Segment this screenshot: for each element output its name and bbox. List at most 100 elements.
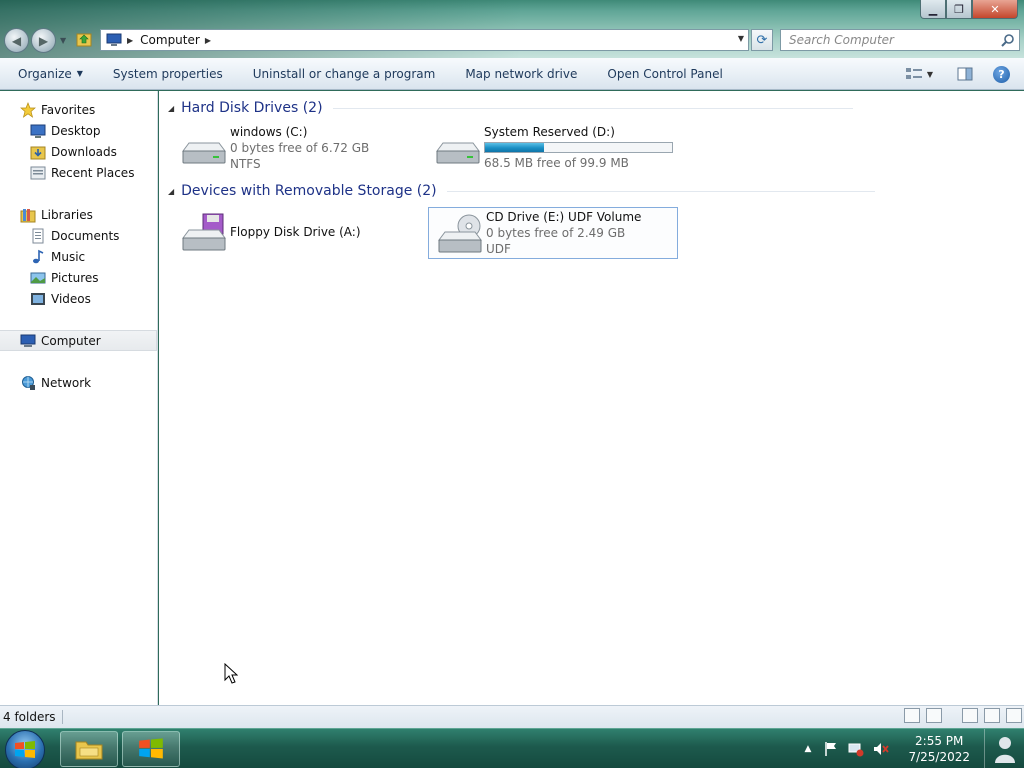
forward-button[interactable]: ▶ — [31, 28, 56, 53]
nav-music-label: Music — [51, 249, 86, 264]
nav-videos-label: Videos — [51, 291, 91, 306]
open-control-panel-button[interactable]: Open Control Panel — [592, 58, 737, 90]
breadcrumb-separator-icon[interactable]: ▶ — [205, 36, 211, 45]
clock-time: 2:55 PM — [915, 734, 964, 748]
drive-free-space: 0 bytes free of 6.72 GB — [230, 141, 370, 155]
search-box[interactable] — [780, 29, 1020, 51]
minimize-button[interactable]: ▁ — [920, 0, 946, 19]
breadcrumb-separator-icon[interactable]: ▶ — [127, 36, 133, 45]
nav-computer-label: Computer — [41, 333, 101, 348]
nav-downloads-label: Downloads — [51, 144, 117, 159]
refresh-button[interactable]: ⟳ — [751, 29, 773, 51]
breadcrumb-computer[interactable]: Computer — [140, 33, 200, 47]
group-hard-disk-drives[interactable]: ◢ Hard Disk Drives (2) — [168, 98, 853, 118]
address-history-dropdown-icon[interactable]: ▼ — [738, 34, 744, 43]
drive-name: Floppy Disk Drive (A:) — [230, 225, 361, 239]
videos-icon — [31, 292, 45, 305]
nav-recent-places[interactable]: Recent Places — [0, 162, 157, 183]
address-bar[interactable]: ▶ Computer ▶ ▼ — [100, 29, 749, 51]
command-bar: Organize ▼ System properties Uninstall or… — [0, 58, 1024, 90]
desktop-icon — [30, 124, 46, 138]
close-icon: ✕ — [990, 2, 1000, 16]
large-icons-view-icon[interactable] — [926, 708, 942, 723]
preview-pane-icon[interactable] — [957, 67, 973, 81]
collapse-group-icon[interactable]: ◢ — [168, 187, 174, 196]
back-button[interactable]: ◀ — [4, 28, 29, 53]
nav-pictures-label: Pictures — [51, 270, 99, 285]
organize-button[interactable]: Organize ▼ — [0, 58, 98, 90]
nav-libraries-label: Libraries — [41, 207, 93, 222]
hard-drive-icon — [182, 142, 226, 164]
drive-tile-e[interactable]: CD Drive (E:) UDF Volume 0 bytes free of… — [428, 207, 678, 259]
nav-desktop[interactable]: Desktop — [0, 120, 157, 141]
up-folder-icon[interactable] — [76, 31, 92, 47]
folder-icon — [75, 741, 103, 760]
maximize-icon: ❐ — [954, 2, 964, 16]
clock[interactable]: 2:55 PM 7/25/2022 — [908, 733, 970, 765]
nav-downloads[interactable]: Downloads — [0, 141, 157, 162]
show-hidden-icons-icon[interactable]: ▲ — [805, 744, 812, 754]
status-bar: 4 folders — [0, 705, 1024, 728]
nav-computer[interactable]: Computer — [0, 330, 157, 351]
layout-single-icon[interactable] — [962, 708, 978, 723]
drive-name: windows (C:) — [230, 125, 308, 139]
recent-pages-dropdown[interactable]: ▼ — [60, 36, 66, 45]
taskbar-explorer-button[interactable] — [60, 731, 118, 767]
view-options-dropdown-icon[interactable]: ▼ — [927, 70, 933, 79]
refresh-icon: ⟳ — [756, 32, 768, 48]
nav-documents[interactable]: Documents — [0, 225, 157, 246]
window-titlebar: ▁ ❐ ✕ ◀ ▶ ▼ ▶ Computer ▶ ▼ ⟳ — [0, 0, 1024, 58]
details-view-icon[interactable] — [904, 708, 920, 723]
network-status-icon[interactable] — [848, 741, 864, 757]
windows-logo-icon — [139, 738, 163, 759]
floppy-drive-icon — [182, 213, 226, 251]
back-arrow-icon: ◀ — [11, 33, 22, 48]
forward-arrow-icon: ▶ — [38, 33, 49, 48]
action-center-flag-icon[interactable] — [823, 741, 839, 757]
nav-libraries[interactable]: Libraries — [0, 204, 157, 225]
show-desktop-button[interactable] — [984, 729, 1024, 768]
nav-recent-places-label: Recent Places — [51, 165, 135, 180]
maximize-button[interactable]: ❐ — [946, 0, 972, 19]
drive-tile-a[interactable]: Floppy Disk Drive (A:) — [173, 206, 423, 258]
nav-network[interactable]: Network — [0, 372, 157, 393]
close-button[interactable]: ✕ — [972, 0, 1018, 19]
nav-videos[interactable]: Videos — [0, 288, 157, 309]
volume-muted-icon[interactable] — [873, 741, 890, 757]
drive-free-space: 0 bytes free of 2.49 GB — [486, 226, 626, 240]
drive-tile-d[interactable]: System Reserved (D:) 68.5 MB free of 99.… — [427, 123, 677, 175]
network-icon — [22, 375, 35, 390]
layout-preview-icon[interactable] — [1006, 708, 1022, 723]
taskbar-windows-explorer-active-button[interactable] — [122, 731, 180, 767]
start-button[interactable] — [5, 730, 45, 768]
music-icon — [33, 249, 44, 263]
group-title: Hard Disk Drives (2) — [181, 100, 323, 116]
nav-pictures[interactable]: Pictures — [0, 267, 157, 288]
windows-logo-icon — [15, 741, 35, 758]
help-icon[interactable]: ? — [993, 65, 1010, 83]
nav-music[interactable]: Music — [0, 246, 157, 267]
drive-filesystem: NTFS — [230, 157, 261, 171]
search-icon[interactable] — [1001, 33, 1015, 47]
nav-documents-label: Documents — [51, 228, 120, 243]
nav-favorites-label: Favorites — [41, 102, 96, 117]
system-properties-button[interactable]: System properties — [98, 58, 238, 90]
drive-name: System Reserved (D:) — [484, 125, 615, 139]
drive-tile-c[interactable]: windows (C:) 0 bytes free of 6.72 GB NTF… — [173, 123, 423, 175]
map-network-drive-button[interactable]: Map network drive — [450, 58, 592, 90]
item-count: 4 folders — [0, 710, 63, 724]
layout-split-icon[interactable] — [984, 708, 1000, 723]
search-input[interactable] — [789, 33, 1001, 47]
capacity-bar — [484, 142, 673, 153]
group-removable-storage[interactable]: ◢ Devices with Removable Storage (2) — [168, 181, 875, 201]
computer-icon — [20, 334, 36, 347]
window-controls: ▁ ❐ ✕ — [920, 0, 1018, 20]
documents-icon — [32, 228, 44, 243]
uninstall-program-button[interactable]: Uninstall or change a program — [238, 58, 451, 90]
chevron-down-icon: ▼ — [76, 69, 83, 78]
drive-name: CD Drive (E:) UDF Volume — [486, 210, 642, 224]
nav-favorites[interactable]: Favorites — [0, 99, 157, 120]
collapse-group-icon[interactable]: ◢ — [168, 104, 174, 113]
libraries-icon — [20, 208, 36, 222]
change-view-icon[interactable] — [905, 67, 923, 81]
